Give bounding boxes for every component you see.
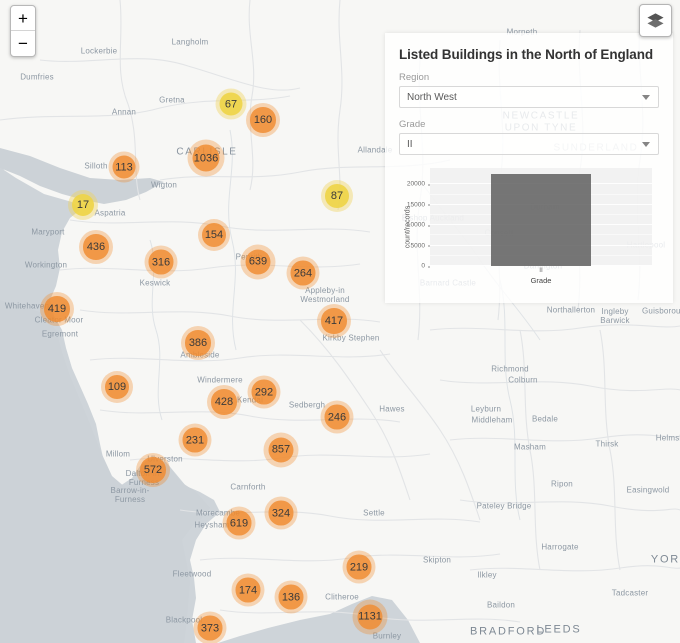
- grade-select[interactable]: II: [399, 133, 659, 155]
- chevron-down-icon: [642, 141, 650, 147]
- cluster-marker[interactable]: 67: [215, 88, 247, 120]
- cluster-marker[interactable]: 373: [193, 611, 227, 643]
- cluster-marker-count: 87: [325, 184, 349, 208]
- chevron-down-icon: [642, 94, 650, 100]
- cluster-marker[interactable]: 160: [246, 103, 280, 137]
- cluster-marker-count: 316: [148, 249, 174, 275]
- cluster-marker[interactable]: 639: [240, 244, 276, 280]
- cluster-marker-count: 373: [197, 615, 223, 641]
- cluster-marker-count: 419: [44, 296, 70, 322]
- region-select-value: North West: [407, 91, 457, 103]
- grade-select-value: II: [407, 138, 413, 150]
- cluster-marker-count: 219: [346, 554, 372, 580]
- zoom-control[interactable]: + −: [10, 5, 36, 57]
- cluster-marker-count: 292: [251, 379, 277, 405]
- cluster-marker[interactable]: 174: [231, 573, 265, 607]
- layers-control-button[interactable]: [639, 4, 672, 37]
- cluster-marker[interactable]: 572: [136, 453, 170, 487]
- chart-y-tick: 20000: [399, 181, 430, 188]
- chart-x-axis-label: Grade: [530, 276, 552, 285]
- cluster-marker-count: 231: [182, 427, 208, 453]
- cluster-marker-count: 160: [250, 107, 276, 133]
- cluster-marker-count: 67: [219, 92, 243, 116]
- cluster-marker-count: 324: [268, 500, 294, 526]
- cluster-marker-count: 428: [211, 389, 237, 415]
- cluster-marker-count: 174: [235, 577, 261, 603]
- cluster-marker[interactable]: 417: [317, 304, 351, 338]
- cluster-marker[interactable]: 292: [247, 375, 281, 409]
- cluster-marker[interactable]: 136: [274, 580, 308, 614]
- cluster-marker-count: 113: [112, 155, 136, 179]
- cluster-marker[interactable]: 436: [79, 230, 113, 264]
- cluster-marker[interactable]: 324: [264, 496, 298, 530]
- cluster-marker-count: 109: [105, 375, 129, 399]
- cluster-marker[interactable]: 386: [181, 326, 215, 360]
- cluster-marker[interactable]: 857: [263, 432, 299, 468]
- cluster-marker-count: 264: [290, 260, 316, 286]
- cluster-marker-count: 639: [245, 249, 271, 275]
- cluster-marker[interactable]: 246: [320, 400, 354, 434]
- cluster-marker-count: 417: [321, 308, 347, 334]
- cluster-marker-count: 1036: [192, 144, 220, 172]
- cluster-marker[interactable]: 109: [101, 371, 133, 403]
- cluster-marker-count: 619: [226, 510, 252, 536]
- chart-y-tick: 15000: [399, 201, 430, 208]
- cluster-marker[interactable]: 316: [144, 245, 178, 279]
- chart-plot-area: [430, 168, 652, 266]
- chart-x-tick-label: II: [539, 267, 543, 274]
- chart-y-tick: 5000: [399, 242, 430, 249]
- cluster-marker[interactable]: 154: [198, 219, 230, 251]
- cluster-marker-count: 436: [83, 234, 109, 260]
- grade-bar-chart: count/records 0 5000 10000 15000 20000 II Gr…: [399, 166, 661, 288]
- chart-y-tick: 10000: [399, 222, 430, 229]
- cluster-marker-count: 17: [71, 193, 95, 217]
- cluster-marker-count: 386: [185, 330, 211, 356]
- cluster-marker[interactable]: 264: [286, 256, 320, 290]
- region-field-label: Region: [399, 72, 430, 83]
- cluster-marker[interactable]: 17: [68, 190, 98, 220]
- cluster-marker[interactable]: 231: [178, 423, 212, 457]
- cluster-marker[interactable]: 619: [222, 506, 256, 540]
- zoom-out-button[interactable]: −: [11, 31, 35, 56]
- cluster-marker-count: 572: [140, 457, 166, 483]
- cluster-marker[interactable]: 113: [108, 151, 140, 183]
- page-title: Listed Buildings in the North of England: [399, 47, 653, 62]
- cluster-marker-count: 136: [278, 584, 304, 610]
- cluster-marker[interactable]: 428: [207, 385, 241, 419]
- cluster-marker[interactable]: 1131: [352, 599, 388, 635]
- cluster-marker-count: 857: [268, 437, 294, 463]
- cluster-marker[interactable]: 419: [40, 292, 74, 326]
- grade-field-label: Grade: [399, 119, 426, 130]
- chart-y-tick: 0: [399, 263, 430, 270]
- cluster-marker[interactable]: 219: [342, 550, 376, 584]
- map-canvas[interactable]: Dumfries Lockerbie Langholm Annan Gretna Morp…: [0, 0, 680, 643]
- chart-bar[interactable]: [491, 174, 591, 266]
- cluster-marker-count: 246: [324, 404, 350, 430]
- zoom-in-button[interactable]: +: [11, 6, 35, 31]
- cluster-marker-count: 1131: [357, 604, 383, 630]
- cluster-marker-count: 154: [202, 223, 226, 247]
- info-panel: Listed Buildings in the North of England…: [385, 33, 673, 303]
- cluster-marker[interactable]: 1036: [187, 139, 225, 177]
- cluster-marker[interactable]: 87: [321, 180, 353, 212]
- region-select[interactable]: North West: [399, 86, 659, 108]
- layers-stack-icon: [647, 13, 664, 28]
